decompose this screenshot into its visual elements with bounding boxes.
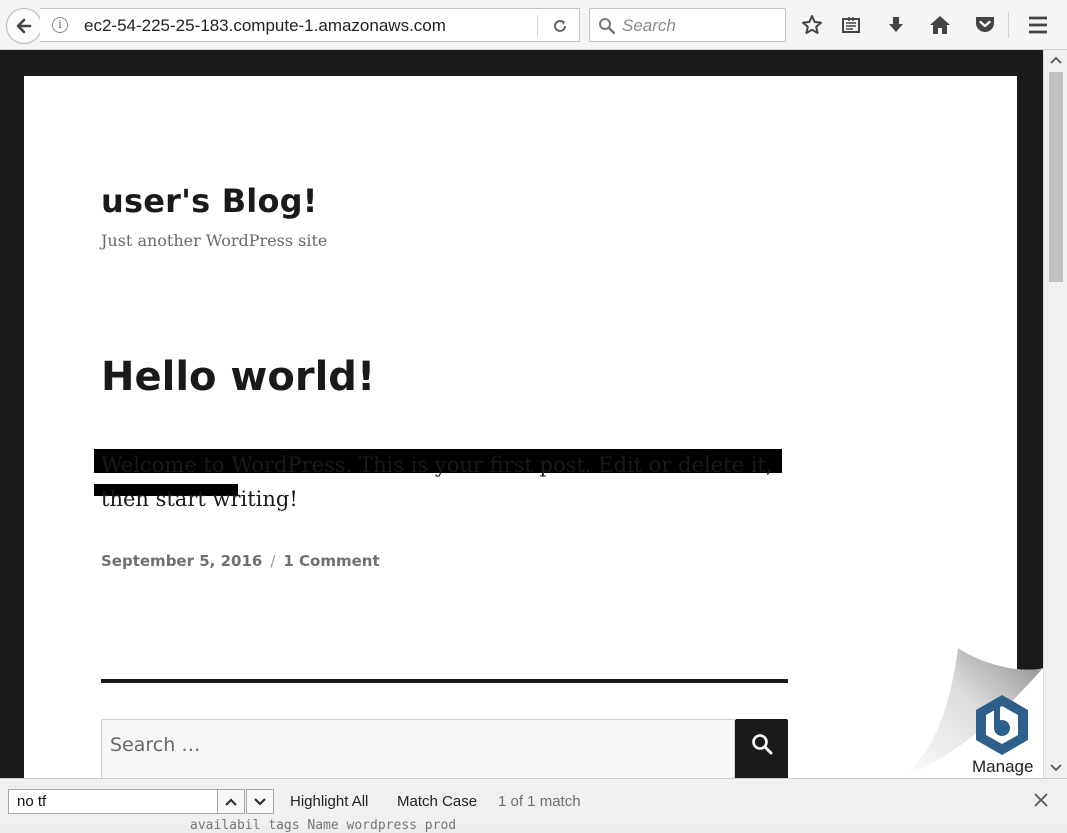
menu-button[interactable] (1025, 12, 1051, 38)
reload-icon (554, 20, 566, 32)
find-match-status: 1 of 1 match (498, 793, 581, 810)
download-button[interactable] (883, 12, 909, 38)
home-icon (930, 16, 950, 34)
post-body: Welcome to WordPress. This is your first… (101, 453, 773, 511)
extension-manage-label[interactable]: Manage (972, 757, 1033, 777)
url-text[interactable]: ec2-54-225-25-183.compute-1.amazonaws.co… (84, 16, 446, 36)
chevron-down-icon (254, 797, 266, 806)
search-box[interactable]: Search (589, 8, 786, 42)
url-divider (537, 15, 538, 37)
site-description: Just another WordPress site (101, 231, 328, 250)
scroll-up-button[interactable] (1044, 50, 1067, 70)
scrollbar-thumb[interactable] (1049, 72, 1063, 282)
post-meta: September 5, 2016 / 1 Comment (101, 552, 380, 570)
vertical-scrollbar[interactable] (1043, 50, 1067, 778)
download-icon (889, 17, 903, 32)
chevron-up-icon (225, 797, 237, 806)
find-input[interactable]: no tf (8, 789, 218, 814)
find-bar: no tf Highlight All Match Case 1 of 1 ma… (0, 778, 1067, 825)
home-button[interactable] (927, 12, 953, 38)
search-placeholder: Search (622, 16, 676, 35)
search-icon (751, 734, 772, 755)
chevron-up-icon (1049, 56, 1062, 64)
search-icon (599, 18, 616, 35)
url-bar[interactable]: i ec2-54-225-25-183.compute-1.amazonaws.… (40, 8, 580, 42)
site-title[interactable]: user's Blog! (101, 182, 318, 220)
back-button[interactable] (6, 8, 42, 44)
toolbar-divider (1008, 12, 1009, 38)
highlight-all-toggle[interactable]: Highlight All (290, 793, 368, 810)
info-icon[interactable]: i (52, 17, 68, 33)
browser-toolbar: i ec2-54-225-25-183.compute-1.amazonaws.… (0, 0, 1067, 50)
scroll-down-button[interactable] (1044, 758, 1067, 778)
find-close-button[interactable] (1030, 789, 1052, 811)
reload-button[interactable] (548, 15, 572, 37)
pocket-button[interactable] (972, 12, 998, 38)
back-arrow-icon (16, 18, 32, 34)
match-case-toggle[interactable]: Match Case (397, 793, 477, 810)
bookmark-star-button[interactable] (799, 12, 825, 38)
chevron-down-icon (1049, 764, 1062, 772)
bookmark-star-icon (802, 15, 822, 34)
meta-separator: / (270, 552, 276, 570)
post-date-link[interactable]: September 5, 2016 (101, 552, 262, 570)
reading-list-icon (842, 17, 860, 33)
page-viewport: user's Blog! Just another WordPress site… (0, 50, 1043, 778)
post-title[interactable]: Hello world! (101, 354, 375, 400)
page-content: user's Blog! Just another WordPress site… (24, 76, 1017, 778)
widget-divider (101, 679, 788, 683)
widget-search-button[interactable] (735, 719, 788, 778)
background-terminal-text: availabil tags Name wordpress prod (190, 818, 457, 833)
find-previous-button[interactable] (217, 789, 245, 814)
pocket-icon (976, 17, 994, 32)
close-icon (1034, 793, 1048, 807)
menu-icon (1029, 16, 1047, 34)
find-next-button[interactable] (246, 789, 274, 814)
widget-search-input[interactable]: Search … (101, 719, 735, 778)
comments-link[interactable]: 1 Comment (283, 552, 379, 570)
reading-list-button[interactable] (838, 12, 864, 38)
